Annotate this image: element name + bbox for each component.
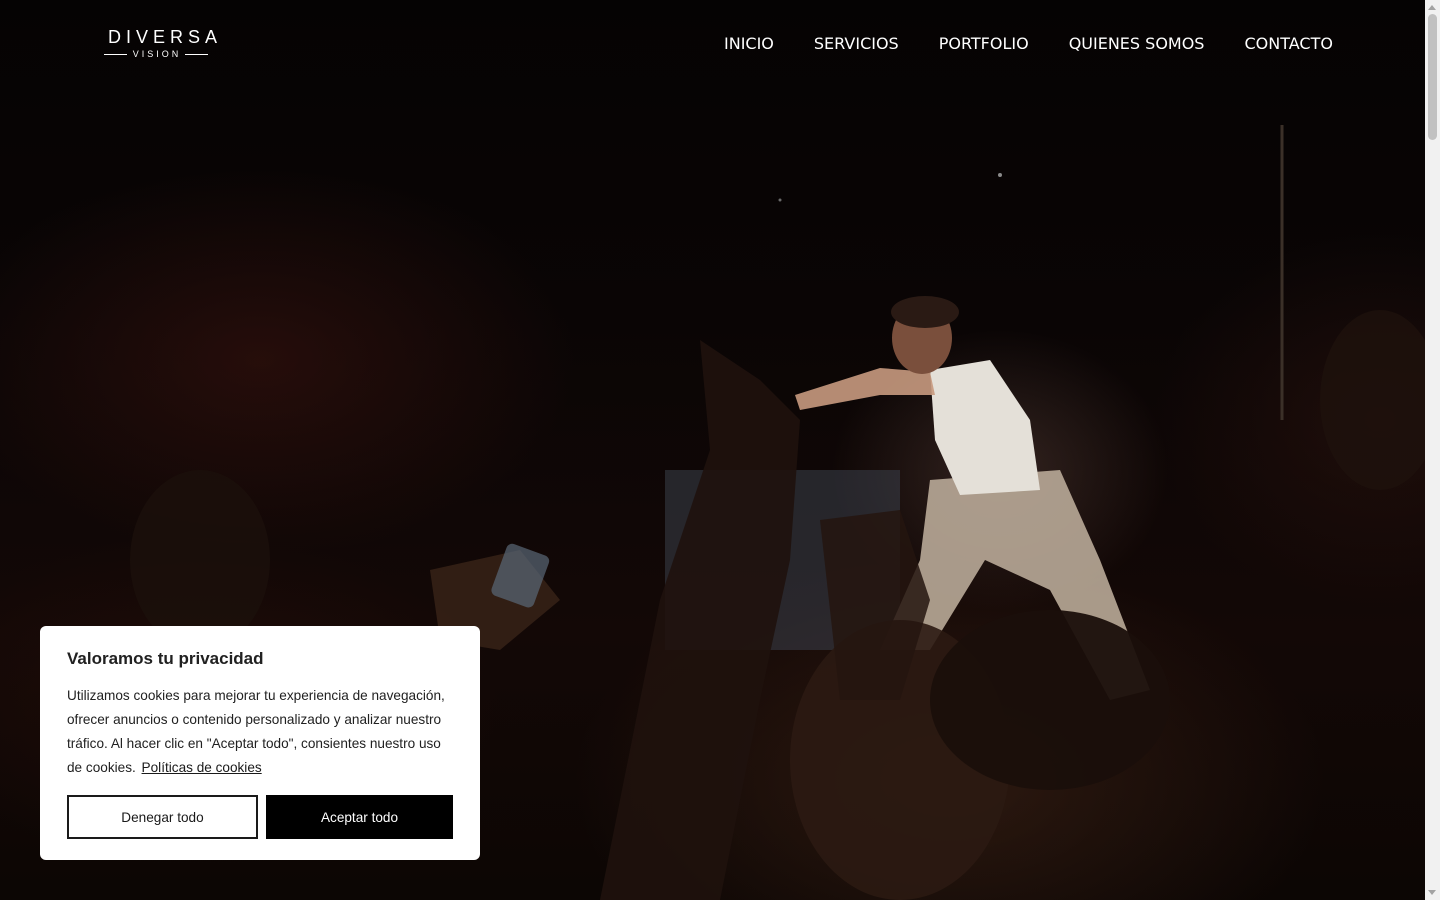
main-navigation: INICIO SERVICIOS PORTFOLIO QUIENES SOMOS… [724, 33, 1333, 55]
accept-all-button[interactable]: Aceptar todo [266, 795, 453, 839]
site-header: DIVERSA VISION INICIO SERVICIOS PORTFOLI… [0, 0, 1425, 90]
performer-torso-shape [930, 360, 1040, 495]
scroll-up-arrow-icon[interactable] [1428, 5, 1436, 10]
deny-all-button[interactable]: Denegar todo [67, 795, 258, 839]
logo-divider-left [104, 53, 127, 55]
performer-arm-shape [795, 368, 935, 410]
page: DIVERSA VISION INICIO SERVICIOS PORTFOLI… [0, 0, 1440, 900]
nav-item-portfolio[interactable]: PORTFOLIO [939, 33, 1029, 55]
scrollbar-thumb[interactable] [1428, 14, 1437, 140]
scroll-down-arrow-icon[interactable] [1428, 890, 1436, 895]
logo-divider-right [185, 53, 209, 55]
logo-wordmark-top: DIVERSA [108, 27, 223, 47]
stage-light-dot [778, 198, 782, 202]
cookie-dialog-body: Utilizamos cookies para mejorar tu exper… [67, 684, 453, 780]
cookie-policy-link[interactable]: Políticas de cookies [142, 760, 262, 775]
nav-item-servicios[interactable]: SERVICIOS [814, 33, 899, 55]
crowd-arm-shape [600, 340, 800, 900]
crowd-head-shape [130, 470, 270, 650]
performer-hair-shape [891, 296, 959, 328]
vertical-scrollbar[interactable] [1425, 0, 1440, 900]
cookie-consent-dialog: Valoramos tu privacidad Utilizamos cooki… [40, 626, 480, 860]
logo-wordmark-bottom: VISION [132, 49, 182, 59]
crowd-head-shape [1320, 310, 1425, 490]
logo-wordmark-bottom-row: VISION [104, 48, 209, 60]
nav-item-quienes-somos[interactable]: QUIENES SOMOS [1069, 33, 1205, 55]
cookie-dialog-title: Valoramos tu privacidad [67, 649, 264, 668]
nav-item-inicio[interactable]: INICIO [724, 33, 774, 55]
crowd-head-shape [930, 610, 1170, 790]
stage-light-dot [998, 173, 1002, 177]
site-logo[interactable]: DIVERSA VISION [104, 27, 223, 60]
nav-item-contacto[interactable]: CONTACTO [1244, 33, 1332, 55]
cookie-dialog-actions: Denegar todo Aceptar todo [67, 795, 453, 839]
